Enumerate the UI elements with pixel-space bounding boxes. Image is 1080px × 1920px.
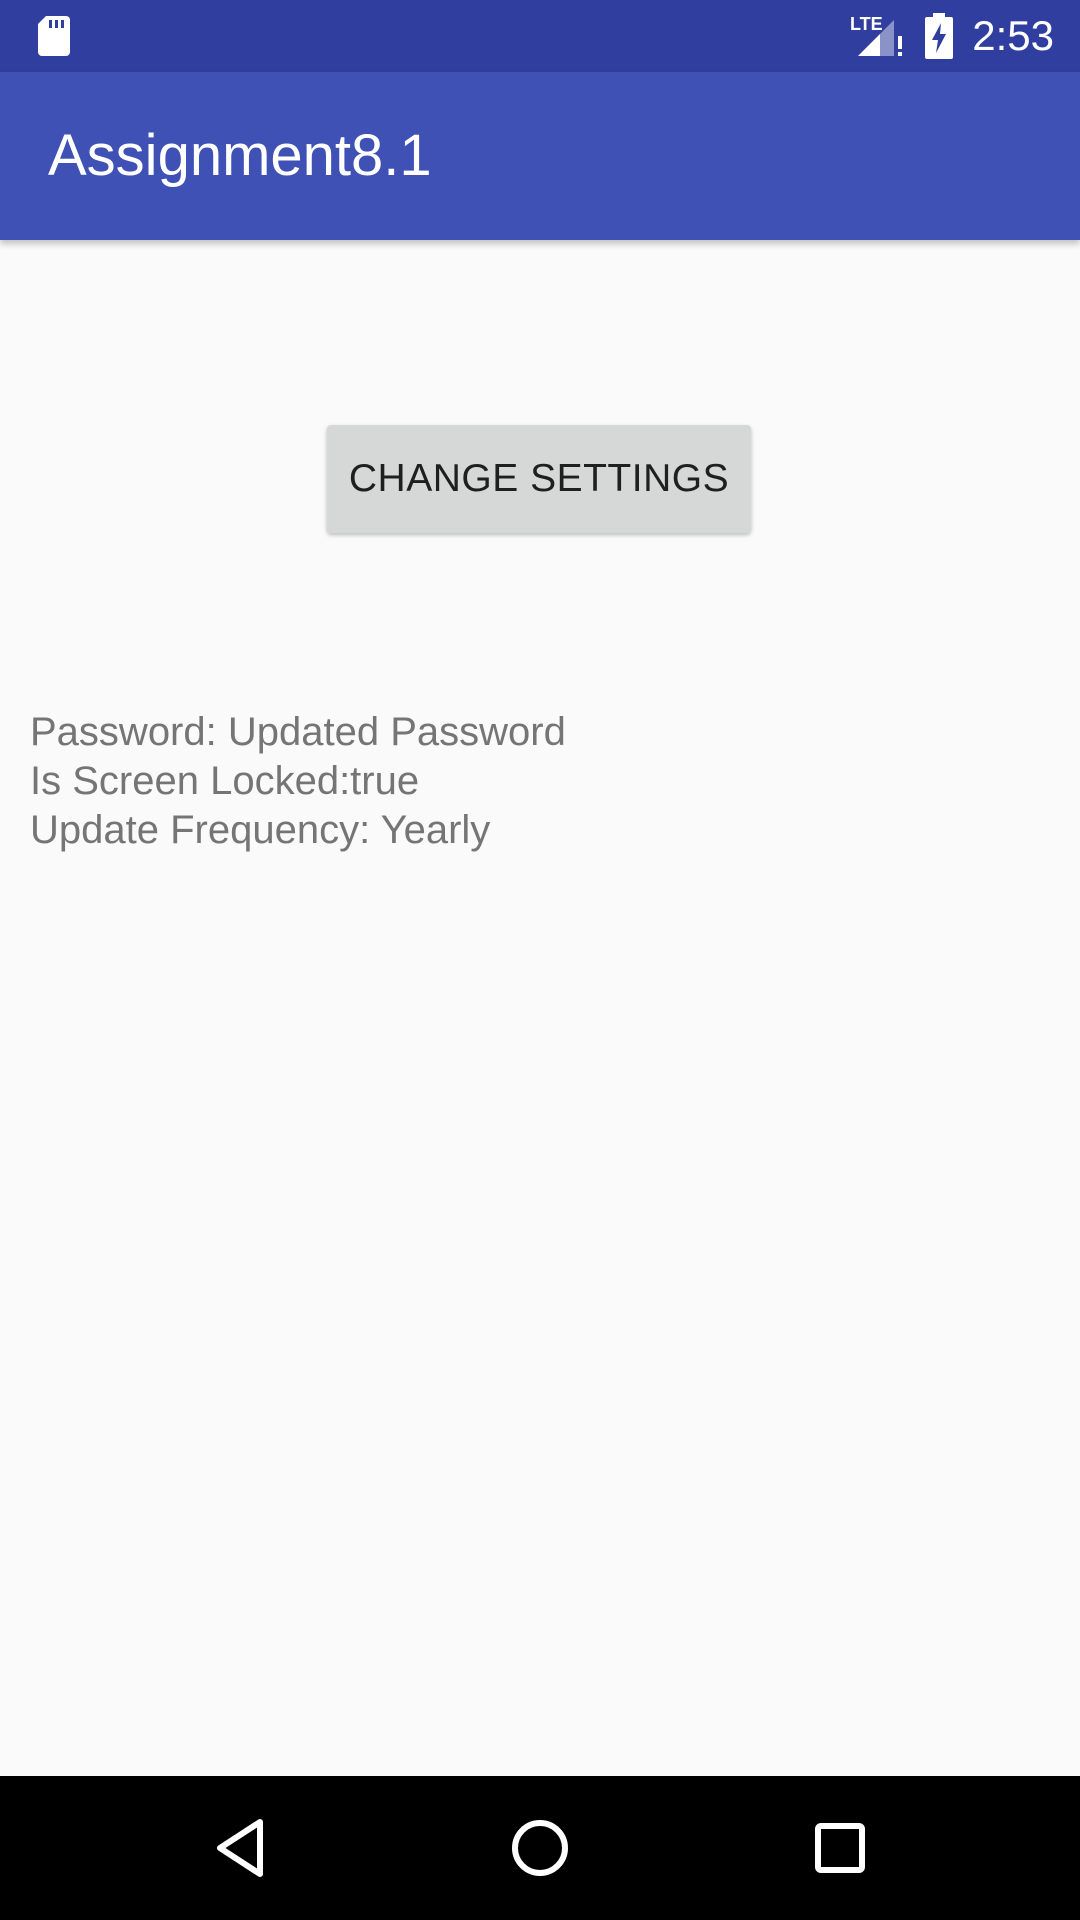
change-settings-button[interactable]: CHANGE SETTINGS (327, 425, 751, 533)
home-icon (512, 1820, 568, 1876)
back-button[interactable] (160, 1776, 320, 1920)
screen-locked-text: Is Screen Locked:true (30, 759, 420, 803)
app-title: Assignment8.1 (48, 123, 432, 188)
navigation-bar (0, 1776, 1080, 1920)
recents-icon (815, 1823, 865, 1873)
status-bar: LTE 2:53 (0, 0, 1080, 72)
lte-signal-icon: LTE (850, 14, 903, 56)
recents-button[interactable] (760, 1776, 920, 1920)
password-text: Password: Updated Password (30, 710, 566, 754)
home-button[interactable] (460, 1776, 620, 1920)
battery-charging-icon (925, 13, 954, 59)
screen: LTE 2:53 Assignment8.1 CHANGE SETTINGS P… (0, 0, 1080, 1920)
settings-info: Password: Updated Password Is Screen Loc… (30, 708, 566, 855)
back-icon (217, 1819, 263, 1877)
status-icons: LTE 2:53 (850, 0, 1054, 72)
status-time: 2:53 (972, 12, 1054, 59)
lte-label: LTE (850, 14, 883, 34)
app-bar: Assignment8.1 (0, 72, 1080, 240)
update-frequency-text: Update Frequency: Yearly (30, 808, 491, 852)
sd-card-icon (38, 16, 70, 56)
